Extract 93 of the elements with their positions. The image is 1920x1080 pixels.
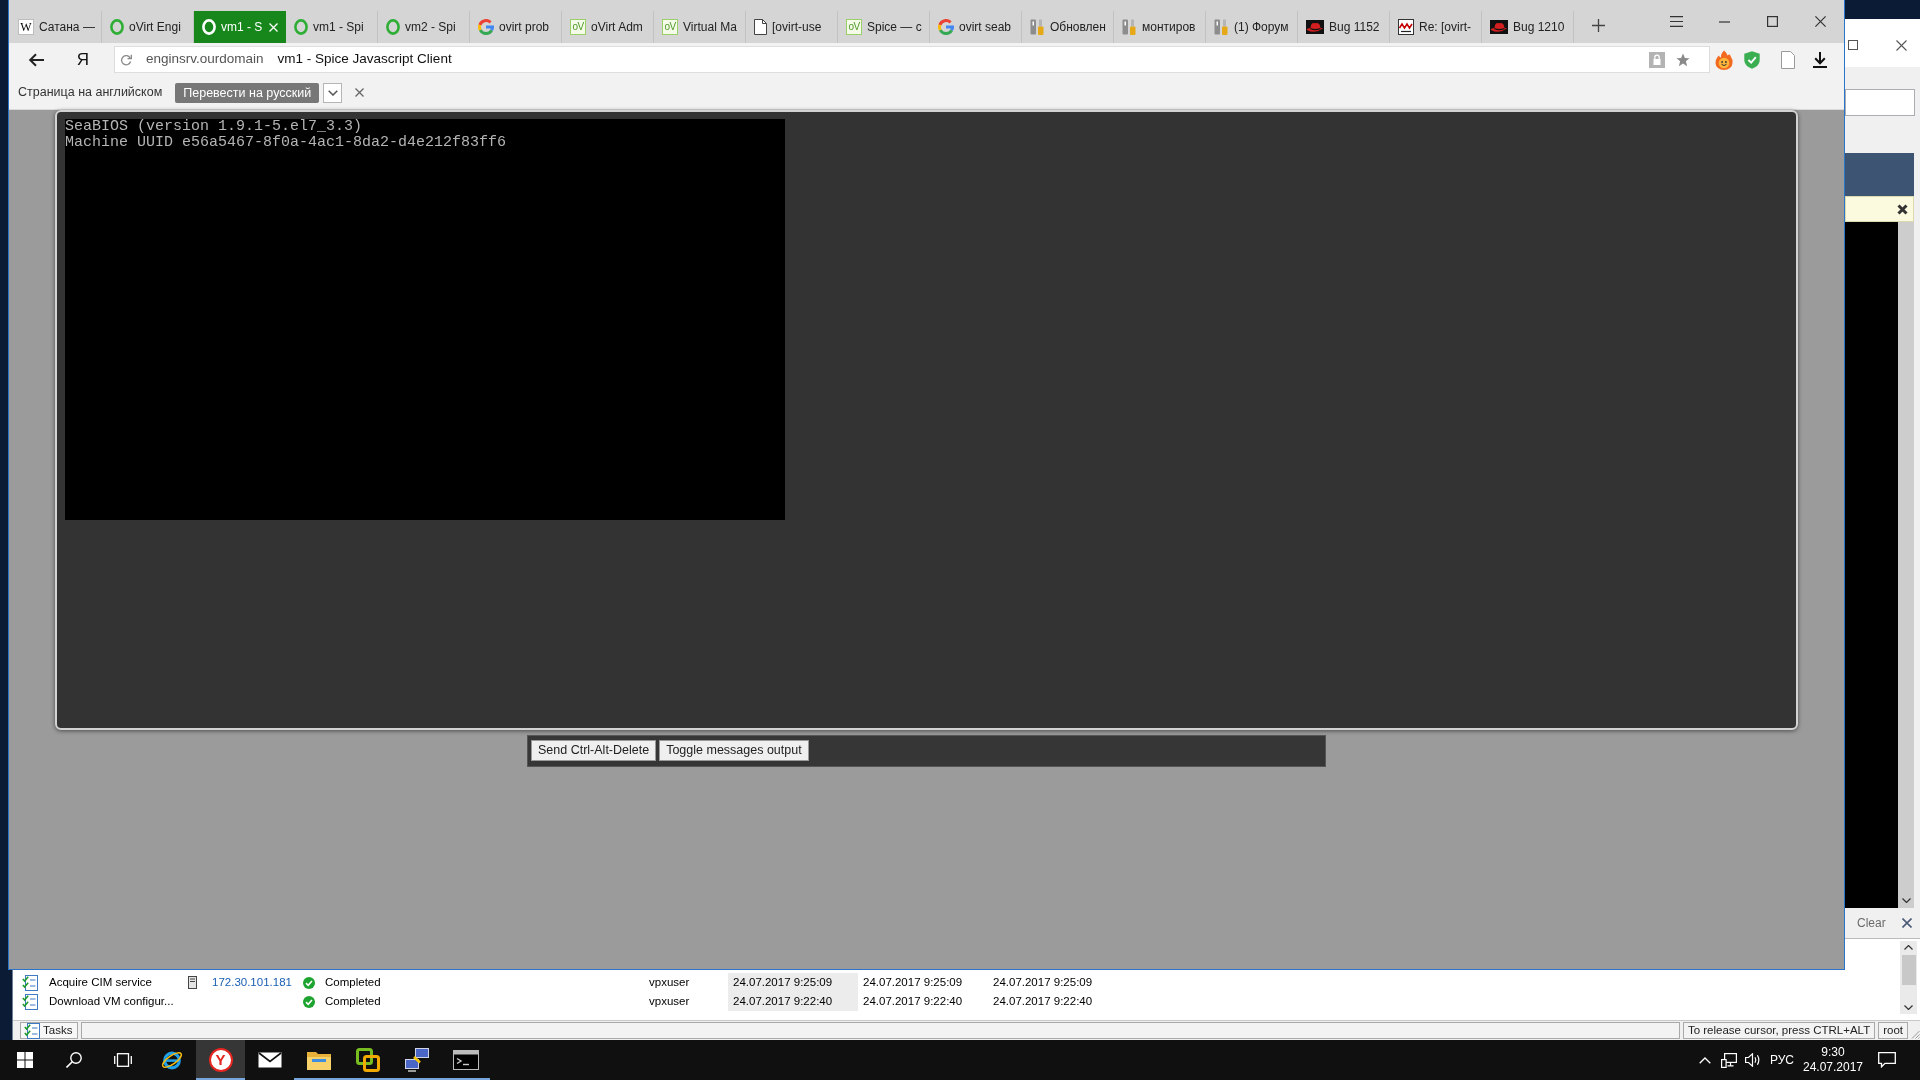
task-view-icon[interactable]	[113, 1053, 132, 1067]
status-pane: root	[1878, 1022, 1908, 1039]
search-icon[interactable]	[65, 1052, 82, 1068]
close-icon[interactable]	[1814, 16, 1826, 27]
scrollbar[interactable]	[1900, 941, 1917, 1014]
address-field[interactable]: enginsrv.ourdomain vm1 - Spice Javascript Client	[114, 46, 1710, 73]
download-icon[interactable]	[1813, 51, 1827, 68]
search-field[interactable]	[1845, 89, 1915, 116]
checklist-icon	[24, 1022, 40, 1039]
letter-tile-icon: W	[18, 19, 34, 35]
maximize-icon[interactable]	[1848, 40, 1858, 50]
terminal-icon	[452, 1050, 479, 1070]
hat-icon	[1490, 20, 1508, 34]
check-circle-icon	[303, 995, 315, 1008]
close-icon[interactable]	[355, 88, 365, 97]
checklist-icon	[22, 993, 38, 1010]
envelope-icon	[257, 1052, 282, 1068]
check-circle-icon	[303, 976, 315, 989]
device-icon	[188, 976, 197, 989]
g-mark-icon	[938, 19, 954, 35]
menu-icon[interactable]	[1669, 16, 1683, 27]
ring-icon	[110, 19, 124, 35]
star-icon[interactable]	[1676, 52, 1690, 67]
panel-header	[1845, 153, 1914, 196]
table-cell-text: Completed	[325, 993, 382, 1009]
message-icon[interactable]	[1878, 1052, 1896, 1068]
table-cell-text: 24.07.2017 9:25:09	[992, 975, 1094, 990]
close-icon[interactable]	[1897, 203, 1908, 215]
table-cell: 24.07.2017 9:22:40	[728, 992, 858, 1011]
toolbar-button[interactable]: Send Ctrl-Alt-Delete	[531, 740, 657, 761]
table-cell-text: 24.07.2017 9:22:40	[992, 994, 1094, 1009]
computers-icon	[404, 1048, 429, 1072]
minimize-icon[interactable]	[1718, 20, 1730, 23]
toolbar-button[interactable]: Toggle messages output	[659, 740, 809, 761]
language-indicator[interactable]: РУС	[1765, 1051, 1799, 1069]
windows-icon[interactable]	[16, 1052, 33, 1068]
chevron-down-icon[interactable]	[1904, 1005, 1913, 1010]
hat-icon	[1306, 20, 1324, 34]
scrollbar[interactable]	[1897, 222, 1914, 908]
table-cell-text: Download VM configur...	[49, 993, 175, 1009]
table-cell-text: 24.07.2017 9:22:40	[862, 994, 964, 1009]
browser-tab[interactable]: vm1 - S	[194, 11, 286, 43]
logo-button[interactable]: Я	[65, 46, 101, 73]
ring-icon	[294, 19, 308, 35]
letter-circle-icon: Y	[208, 1048, 233, 1072]
tools-icon	[1122, 19, 1137, 35]
table-cell: 24.07.2017 9:25:09	[728, 973, 858, 992]
console-line: Machine UUID e56a5467-8f0a-4ac1-8da2-d4e212f83ff6	[65, 135, 507, 151]
letter-tile-icon: oV	[662, 19, 678, 35]
table-cell-text: vpxuser	[649, 974, 691, 990]
checklist-icon	[22, 974, 38, 991]
table-cell-text: vpxuser	[649, 993, 691, 1009]
dropdown-button[interactable]	[323, 82, 343, 103]
back-arrow-icon[interactable]	[28, 52, 44, 67]
plus-icon[interactable]	[1592, 19, 1605, 32]
flame-face-icon[interactable]	[1715, 49, 1733, 70]
volume-icon[interactable]	[1745, 1053, 1761, 1067]
console-screen[interactable]: SeaBIOS (version 1.9.1-5.el7_3.3) Machine UUID e56a5467-8f0a-4ac1-8da2-d4e212f83ff6	[65, 119, 785, 520]
shield-icon[interactable]	[1744, 50, 1760, 69]
ring-icon	[386, 19, 400, 35]
folder-icon	[306, 1050, 331, 1070]
console-line: SeaBIOS (version 1.9.1-5.el7_3.3)	[65, 119, 363, 135]
zigzag-tile-icon	[1398, 19, 1414, 35]
reload-icon[interactable]	[120, 53, 132, 66]
close-icon[interactable]	[1896, 40, 1907, 51]
tools-icon	[1214, 19, 1229, 35]
clock-date[interactable]: 24.07.2017	[1802, 1060, 1864, 1075]
ring-icon	[202, 19, 216, 35]
close-icon[interactable]	[1902, 918, 1912, 928]
letter-tile-icon: oV	[846, 19, 862, 35]
clear-button[interactable]: Clear	[1857, 914, 1886, 932]
resize-grip-icon[interactable]	[1911, 1030, 1920, 1039]
table-cell-text: Completed	[325, 974, 382, 990]
network-icon[interactable]	[1721, 1052, 1737, 1068]
maximize-icon[interactable]	[1766, 16, 1778, 27]
letter-tile-icon: oV	[570, 19, 586, 35]
document-icon	[754, 19, 767, 35]
link[interactable]: 172.30.101.181	[212, 973, 303, 992]
table-cell-text: Acquire CIM service	[49, 974, 153, 990]
tasks-tab[interactable]: Tasks	[20, 1022, 79, 1039]
table-cell-text: 24.07.2017 9:25:09	[862, 975, 964, 990]
g-mark-icon	[478, 19, 494, 35]
squares-icon	[355, 1048, 380, 1072]
taskbar-button[interactable]: Y	[196, 1040, 245, 1080]
tools-icon	[1030, 19, 1045, 35]
status-pane: To release cursor, press CTRL+ALT	[1682, 1022, 1876, 1039]
caret-icon	[327, 89, 338, 96]
translate-button[interactable]: Перевести на русский	[175, 82, 320, 103]
chevron-down-icon[interactable]	[1901, 898, 1911, 903]
clock-time[interactable]: 9:30	[1821, 1045, 1845, 1060]
chevron-up-icon[interactable]	[1904, 945, 1913, 950]
document-icon[interactable]	[1781, 50, 1795, 69]
translate-message: Страница на английском	[18, 84, 163, 102]
